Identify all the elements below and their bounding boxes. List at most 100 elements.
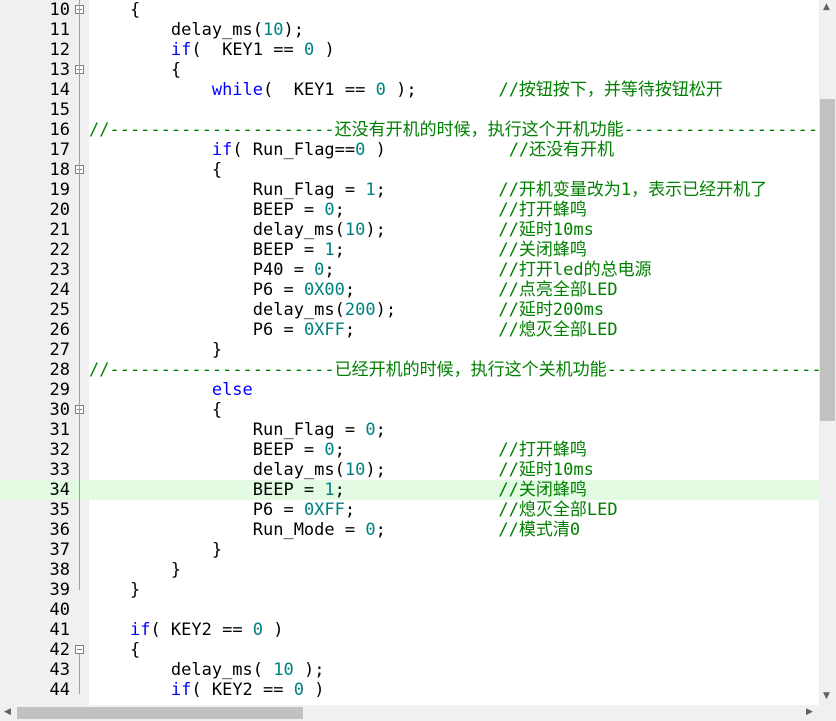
code-line[interactable]: 13 { xyxy=(0,60,819,80)
code-line[interactable]: 21 delay_ms(10); //延时10ms xyxy=(0,220,819,240)
code-line[interactable]: 25 delay_ms(200); //延时200ms xyxy=(0,300,819,320)
code-number: 10 xyxy=(344,460,366,480)
code-number: 0 xyxy=(355,140,366,160)
scroll-down-arrow-icon[interactable]: ▼ xyxy=(823,692,830,701)
code-text: //----------------------已经开机的时候，执行这个关机功能… xyxy=(89,360,822,380)
line-number: 13 xyxy=(49,60,70,80)
code-line[interactable]: 17 if( Run_Flag==0 ) //还没有开机 xyxy=(0,140,819,160)
code-line[interactable]: 14 while( KEY1 == 0 ); //按钮按下，并等待按钮松开 xyxy=(0,80,819,100)
code-comment: //打开led的总电源 xyxy=(498,260,652,280)
code-keyword: if xyxy=(211,140,233,160)
code-text: BEEP = 0; //打开蜂鸣 xyxy=(89,440,587,460)
line-number: 38 xyxy=(49,560,70,580)
line-number: 32 xyxy=(49,440,70,460)
code-token: ; xyxy=(334,440,499,460)
code-text: P6 = 0XFF; //熄灭全部LED xyxy=(89,320,618,340)
code-line[interactable]: 20 BEEP = 0; //打开蜂鸣 xyxy=(0,200,819,220)
code-line[interactable]: 38 } xyxy=(0,560,819,580)
code-line[interactable]: 34 BEEP = 1; //关闭蜂鸣 xyxy=(0,480,819,500)
code-line[interactable]: 19 Run_Flag = 1; //开机变量改为1，表示已经开机了 xyxy=(0,180,819,200)
vertical-scroll-thumb[interactable] xyxy=(820,99,835,421)
code-line[interactable]: 32 BEEP = 0; //打开蜂鸣 xyxy=(0,440,819,460)
code-line[interactable]: 24 P6 = 0X00; //点亮全部LED xyxy=(0,280,819,300)
code-token: ) xyxy=(314,40,335,60)
code-text: { xyxy=(89,640,140,660)
code-token: ( KEY1 == xyxy=(191,40,304,60)
code-line[interactable]: 29 else xyxy=(0,380,819,400)
code-line[interactable]: 43 delay_ms( 10 ); xyxy=(0,660,819,680)
code-text: //----------------------还没有开机的时候，执行这个开机功… xyxy=(89,120,828,140)
code-line[interactable]: 28 //----------------------已经开机的时候，执行这个关机… xyxy=(0,360,822,380)
line-number: 30 xyxy=(49,400,70,420)
line-number: 25 xyxy=(49,300,70,320)
code-line[interactable]: 30 { xyxy=(0,400,819,420)
code-token: { xyxy=(89,60,182,80)
code-keyword: while xyxy=(211,80,264,100)
scroll-right-arrow-icon[interactable]: ▶ xyxy=(806,708,813,717)
code-line[interactable]: 39 } xyxy=(0,580,819,600)
code-line[interactable]: 10 { xyxy=(0,0,819,20)
code-text: if( KEY1 == 0 ) xyxy=(89,40,335,60)
code-text: BEEP = 1; //关闭蜂鸣 xyxy=(89,240,587,260)
fold-guide xyxy=(79,654,80,694)
code-text: { xyxy=(89,400,222,420)
code-comment: //----------------------还没有开机的时候，执行这个开机功… xyxy=(89,120,829,140)
code-token: BEEP = xyxy=(89,240,325,260)
code-token: ; xyxy=(334,480,499,500)
code-line[interactable]: 27 } xyxy=(0,340,819,360)
code-line[interactable]: 33 delay_ms(10); //延时10ms xyxy=(0,460,819,480)
code-token: delay_ms( xyxy=(89,20,263,40)
code-line[interactable]: 37 } xyxy=(0,540,819,560)
code-text: { xyxy=(89,60,181,80)
code-line[interactable]: 12 if( KEY1 == 0 ) xyxy=(0,40,819,60)
horizontal-scroll-thumb[interactable] xyxy=(17,707,303,719)
code-line[interactable]: 22 BEEP = 1; //关闭蜂鸣 xyxy=(0,240,819,260)
line-number: 41 xyxy=(49,620,70,640)
code-area[interactable]: 10 {11 delay_ms(10); 12 if( KEY1 == 0 ) 13… xyxy=(0,0,829,705)
code-number: 10 xyxy=(273,660,294,680)
code-token: ; xyxy=(344,320,499,340)
code-text: P6 = 0X00; //点亮全部LED xyxy=(89,280,618,300)
code-token: ; xyxy=(344,500,499,520)
line-number: 22 xyxy=(49,240,70,260)
code-line[interactable]: 36 Run_Mode = 0; //模式清0 xyxy=(0,520,819,540)
code-line[interactable]: 23 P40 = 0; //打开led的总电源 xyxy=(0,260,819,280)
code-line[interactable]: 35 P6 = 0XFF; //熄灭全部LED xyxy=(0,500,819,520)
code-line[interactable]: 41 if( KEY2 == 0 ) xyxy=(0,620,819,640)
code-text: if( KEY2 == 0 ) xyxy=(89,620,284,640)
code-token: P6 = xyxy=(89,500,304,520)
code-number: 0 xyxy=(293,680,304,700)
code-token: delay_ms( xyxy=(89,300,345,320)
code-token: ) xyxy=(365,140,509,160)
code-editor[interactable]: 10 {11 delay_ms(10); 12 if( KEY1 == 0 ) 13… xyxy=(0,0,836,721)
scroll-up-arrow-icon[interactable]: ▲ xyxy=(823,3,830,12)
scroll-left-arrow-icon[interactable]: ◀ xyxy=(4,708,11,717)
code-number: 0X00 xyxy=(303,280,345,300)
code-keyword: if xyxy=(129,620,151,640)
horizontal-scrollbar[interactable]: ◀ ▶ xyxy=(0,705,819,721)
code-comment: //关闭蜂鸣 xyxy=(498,240,587,260)
line-number: 26 xyxy=(49,320,70,340)
code-line[interactable]: 42 { xyxy=(0,640,819,660)
fold-minus-icon[interactable] xyxy=(75,645,84,654)
code-text: Run_Flag = 0; xyxy=(89,420,386,440)
code-token: ( KEY2 == xyxy=(150,620,253,640)
code-line[interactable]: 11 delay_ms(10); xyxy=(0,20,819,40)
code-line[interactable]: 31 Run_Flag = 0; xyxy=(0,420,819,440)
code-comment: //点亮全部LED xyxy=(498,280,618,300)
code-number: 0 xyxy=(314,260,325,280)
code-line[interactable]: 16 //----------------------还没有开机的时候，执行这个开… xyxy=(0,120,829,140)
line-number: 15 xyxy=(49,100,70,120)
code-line[interactable]: 15 xyxy=(0,100,819,120)
code-number: 1 xyxy=(365,180,376,200)
code-text: } xyxy=(89,340,222,360)
code-line[interactable]: 44 if( KEY2 == 0 ) xyxy=(0,680,819,700)
vertical-scrollbar[interactable]: ▲ ▼ xyxy=(819,0,836,705)
code-token: P6 = xyxy=(89,280,304,300)
code-line[interactable]: 26 P6 = 0XFF; //熄灭全部LED xyxy=(0,320,819,340)
code-token: ( Run_Flag== xyxy=(232,140,356,160)
line-number: 18 xyxy=(49,160,70,180)
code-line[interactable]: 40 xyxy=(0,600,819,620)
code-line[interactable]: 18 { xyxy=(0,160,819,180)
